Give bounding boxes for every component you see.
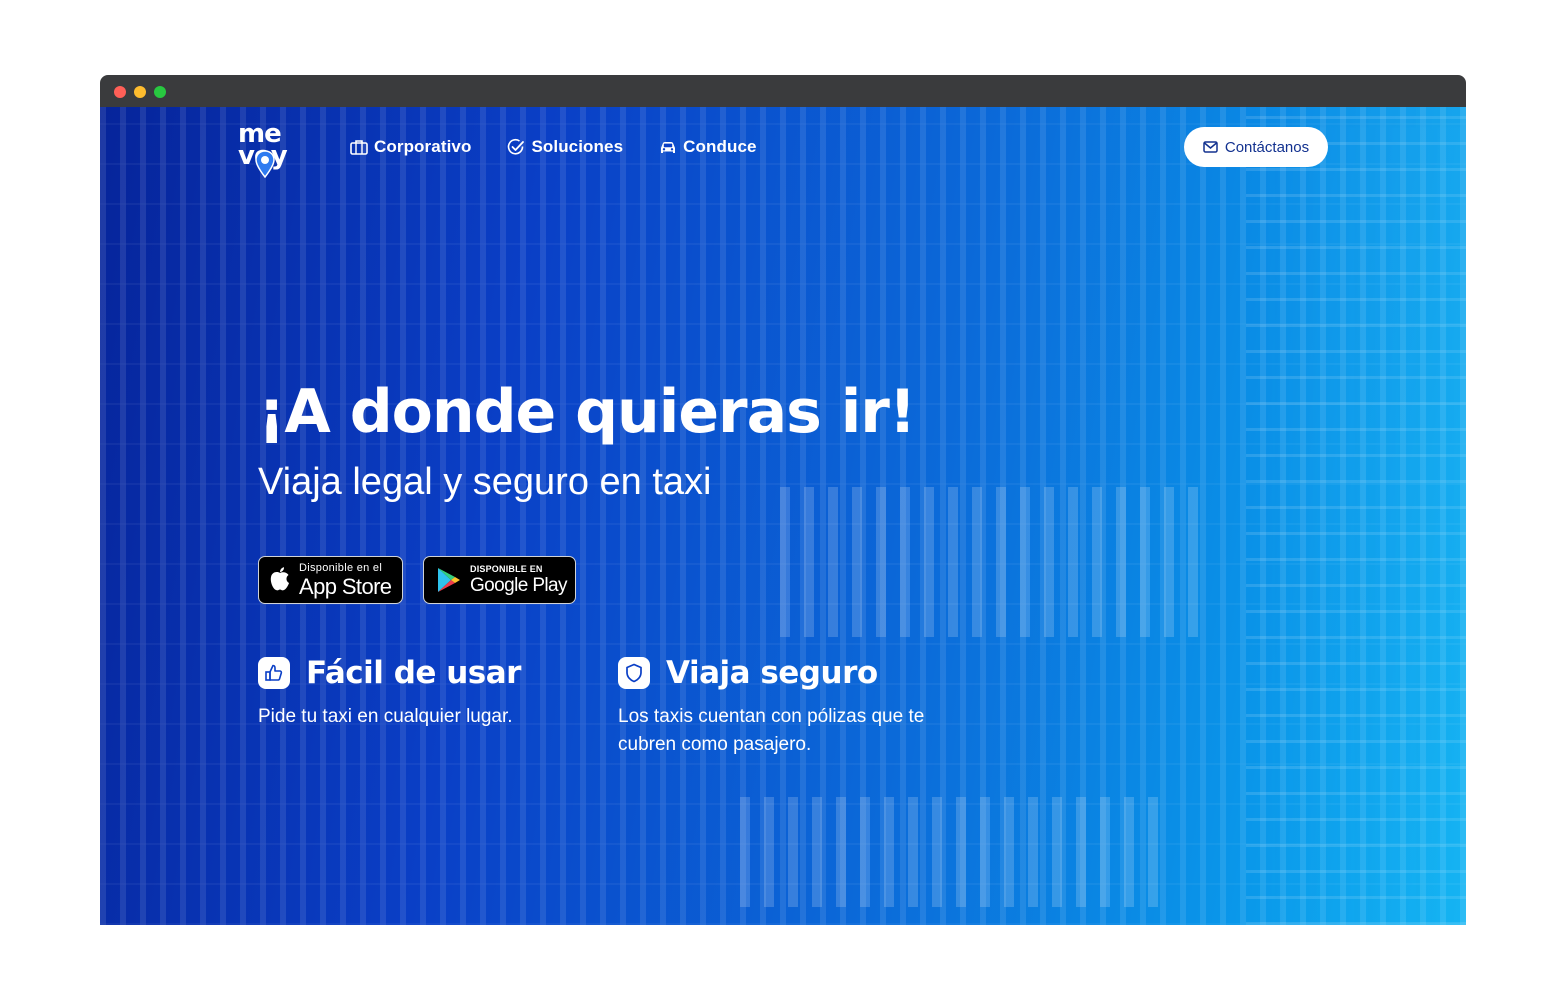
hero-subtitle: Viaja legal y seguro en taxi [258, 461, 712, 503]
crosswalk-decoration [740, 797, 1170, 907]
app-store-big-text: App Store [299, 573, 392, 599]
crosswalk-decoration [780, 487, 1200, 637]
nav-item-corporativo[interactable]: Corporativo [350, 137, 471, 157]
feature-description: Pide tu taxi en cualquier lugar. [258, 706, 513, 727]
feature-description: Los taxis cuentan con pólizas que te cub… [618, 706, 925, 755]
feature-icon-box [258, 657, 290, 689]
main-nav: Corporativo Soluciones Conduce [350, 137, 757, 157]
nav-item-conduce[interactable]: Conduce [659, 137, 756, 157]
browser-window: me voy Corporativo Solu [100, 75, 1466, 925]
briefcase-icon [350, 140, 368, 155]
mail-icon [1203, 141, 1218, 153]
google-play-button[interactable]: DISPONIBLE EN Google Play [423, 556, 576, 604]
nav-item-soluciones[interactable]: Soluciones [507, 137, 623, 157]
thumbs-up-icon [265, 664, 283, 681]
app-store-button[interactable]: Disponible en el App Store [258, 556, 403, 604]
contact-button[interactable]: Contáctanos [1184, 127, 1328, 167]
maximize-window-button[interactable] [154, 86, 166, 98]
car-icon [661, 141, 676, 153]
feature-easy-to-use: Fácil de usar Pide tu taxi en cualquier … [258, 655, 578, 731]
feature-title: Fácil de usar [306, 655, 521, 691]
google-play-small-text: DISPONIBLE EN [470, 564, 543, 574]
nav-label: Conduce [683, 137, 757, 156]
feature-header: Viaja seguro [618, 655, 948, 691]
feature-travel-safe: Viaja seguro Los taxis cuentan con póliz… [618, 655, 948, 759]
nav-label: Soluciones [531, 137, 624, 156]
hero-title: ¡A donde quieras ir! [258, 377, 916, 447]
google-play-big-text: Google Play [470, 575, 568, 596]
close-window-button[interactable] [114, 86, 126, 98]
contact-button-label: Contáctanos [1224, 138, 1310, 156]
minimize-window-button[interactable] [134, 86, 146, 98]
location-pin-icon [255, 150, 275, 178]
shield-icon [626, 663, 642, 683]
building-decoration [1246, 107, 1466, 925]
check-circle-icon [508, 138, 525, 155]
google-play-icon [438, 568, 460, 592]
feature-icon-box [618, 657, 650, 689]
hero-section: me voy Corporativo Solu [100, 107, 1466, 925]
apple-icon [270, 567, 289, 591]
window-titlebar [100, 75, 1466, 107]
app-store-small-text: Disponible en el [299, 561, 383, 574]
feature-header: Fácil de usar [258, 655, 578, 691]
feature-title: Viaja seguro [666, 655, 878, 691]
mevoy-logo[interactable]: me voy [236, 119, 300, 183]
nav-label: Corporativo [374, 137, 472, 156]
